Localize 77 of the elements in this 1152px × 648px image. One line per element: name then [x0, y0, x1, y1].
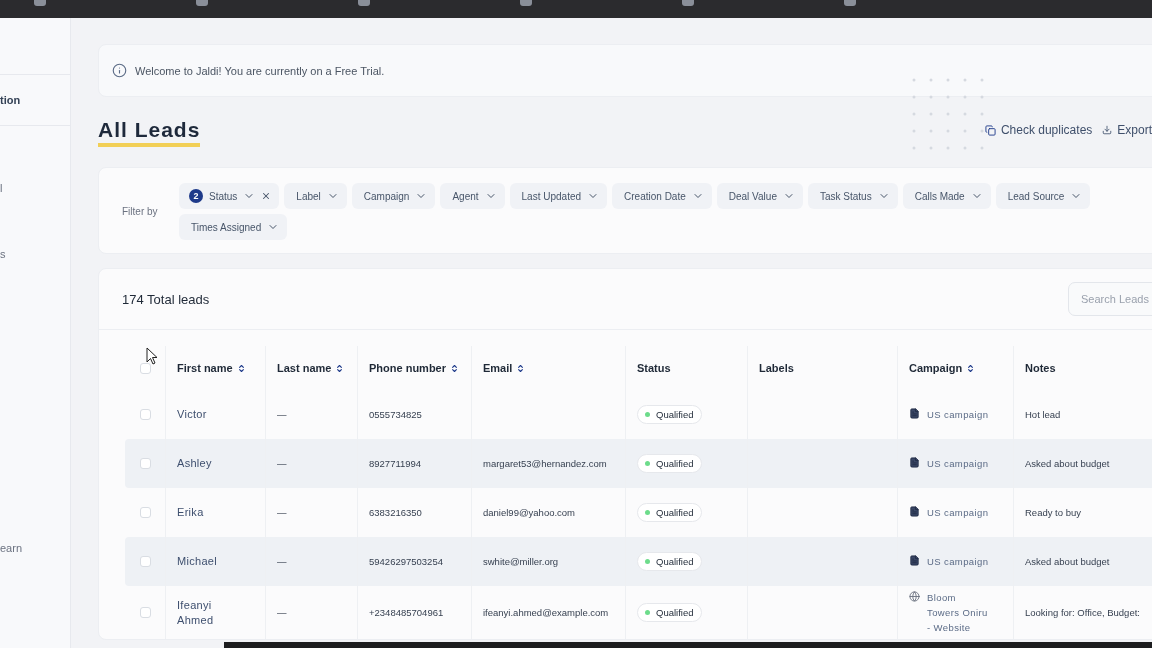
sidebar-item[interactable]: s [0, 232, 70, 276]
filter-chip[interactable]: Task Status [807, 183, 898, 209]
column-header: Labels [747, 346, 897, 390]
status-pill: Qualified [637, 454, 702, 473]
check-duplicates-button[interactable]: Check duplicates [984, 123, 1093, 137]
status-pill: Qualified [637, 552, 702, 571]
document-icon [909, 408, 920, 419]
sort-icon[interactable] [335, 363, 345, 373]
column-header[interactable]: Campaign [897, 346, 1013, 390]
filter-chip[interactable]: Lead Source [995, 183, 1091, 209]
filter-chip[interactable]: Label [284, 183, 347, 209]
first-name-cell[interactable]: Ashley [165, 439, 265, 488]
search-field[interactable]: Search Leads [1068, 282, 1152, 316]
copy-icon [984, 124, 996, 136]
filter-chip[interactable]: Campaign [351, 183, 436, 209]
phone-cell: 59426297503254 [357, 537, 471, 586]
page-title: All Leads [98, 117, 201, 147]
campaign-link[interactable]: US campaign [909, 501, 989, 524]
info-icon [112, 63, 127, 78]
column-header[interactable]: Phone number [357, 346, 471, 390]
status-pill: Qualified [637, 503, 702, 522]
column-header[interactable]: Last name [265, 346, 357, 390]
row-checkbox[interactable] [139, 556, 151, 567]
filter-chip[interactable]: Agent [440, 183, 505, 209]
email-cell: swhite@miller.org [471, 537, 625, 586]
filter-chip[interactable]: Last Updated [509, 183, 608, 209]
last-name-cell: — [265, 586, 357, 639]
sort-icon[interactable] [236, 363, 246, 373]
select-all-checkbox[interactable] [139, 362, 151, 374]
filter-label: Filter by [121, 206, 159, 217]
campaign-link[interactable]: US campaign [909, 452, 989, 475]
filter-chip[interactable]: 2 Status [179, 183, 280, 209]
filter-chip[interactable]: Deal Value [716, 183, 803, 209]
filter-chip[interactable]: Times Assigned [179, 214, 288, 240]
document-icon [909, 555, 920, 566]
first-name-cell[interactable]: Michael [165, 537, 265, 586]
mouse-pointer-icon [146, 347, 158, 366]
row-checkbox[interactable] [139, 607, 151, 618]
column-header[interactable]: First name [165, 346, 265, 390]
sidebar-item[interactable]: earn [0, 526, 70, 570]
notes-cell: Asked about budget [1013, 537, 1152, 586]
document-icon [909, 457, 920, 468]
row-checkbox[interactable] [139, 458, 151, 469]
row-checkbox[interactable] [139, 409, 151, 420]
campaign-link[interactable]: Bloom Towers Oniru - Website [909, 586, 991, 639]
close-icon[interactable] [261, 191, 272, 201]
first-name-cell[interactable]: Ifeanyi Ahmed [165, 586, 265, 639]
sidebar-item[interactable]: l [0, 166, 70, 210]
last-name-cell: — [265, 439, 357, 488]
phone-cell: +2348485704961 [357, 586, 471, 639]
notes-cell: Looking for: Office, Budget: [1013, 586, 1152, 639]
email-cell: ifeanyi.ahmed@example.com [471, 586, 625, 639]
phone-cell: 8927711994 [357, 439, 471, 488]
last-name-cell: — [265, 537, 357, 586]
row-checkbox[interactable] [139, 507, 151, 518]
banner-text: Welcome to Jaldi! You are currently on a Free Trial. [135, 64, 385, 77]
sort-icon[interactable] [450, 363, 459, 373]
column-header[interactable]: Email [471, 346, 625, 390]
sidebar-item[interactable]: tion [0, 75, 70, 126]
export-button[interactable]: Export [1102, 123, 1152, 137]
email-cell: margaret53@hernandez.com [471, 439, 625, 488]
total-leads: 174 Total leads [122, 291, 210, 307]
globe-icon [909, 591, 920, 602]
sort-icon[interactable] [966, 363, 976, 373]
document-icon [909, 506, 920, 517]
download-icon [1102, 125, 1113, 135]
filter-chip[interactable]: Calls Made [902, 183, 991, 209]
count-badge: 2 [189, 189, 203, 203]
column-header: Notes [1013, 346, 1152, 390]
campaign-link[interactable]: US campaign [909, 550, 989, 573]
campaign-link[interactable]: US campaign [909, 403, 989, 426]
notes-cell: Asked about budget [1013, 439, 1152, 488]
filter-chip[interactable]: Creation Date [612, 183, 712, 209]
column-header: Status [625, 346, 747, 390]
status-pill: Qualified [637, 603, 702, 622]
status-pill: Qualified [637, 405, 702, 424]
sort-icon[interactable] [516, 363, 526, 373]
